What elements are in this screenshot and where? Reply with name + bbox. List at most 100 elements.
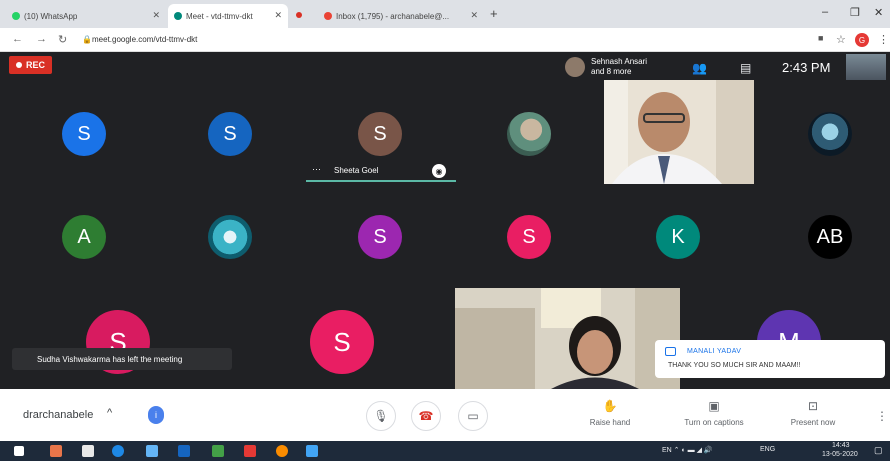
microphone-button[interactable]: 🎙 (366, 401, 396, 431)
avatar-letter: S (522, 225, 536, 248)
rec-label: REC (26, 60, 46, 70)
edge-icon[interactable] (112, 445, 124, 457)
people-icon[interactable]: 👥 (692, 61, 707, 75)
windows-taskbar: EN ⌃ ◐ ▬ ◢ 🔊 ENG 14:43 13-05-2020 ▢ (0, 441, 890, 461)
meet-icon (174, 12, 182, 20)
active-speaker-label: ··· Sheeta Goel ◉ (306, 162, 456, 182)
participant-avatar: S (507, 215, 551, 259)
camera-button[interactable]: ▭ (458, 401, 488, 431)
presenter-more: and 8 more (591, 67, 632, 76)
mail-icon[interactable] (146, 445, 158, 457)
raise-hand-button[interactable]: ✋ Raise hand (575, 399, 645, 427)
hang-up-icon: ☎ (418, 409, 434, 423)
more-options-icon[interactable]: ⋮ (876, 409, 888, 423)
app-icon[interactable] (306, 445, 318, 457)
present-label: Present now (790, 418, 836, 427)
shield-icon[interactable]: i (148, 406, 164, 424)
url-field[interactable]: meet.google.com/vtd-ttmv-dkt (92, 35, 197, 44)
menu-icon[interactable]: ⋮ (878, 33, 889, 46)
lock-icon: 🔒 (82, 35, 92, 44)
taskbar-date[interactable]: 13-05-2020 (822, 451, 858, 458)
close-icon[interactable]: ✕ (152, 10, 160, 21)
recording-badge: REC (9, 56, 53, 74)
tab-whatsapp[interactable]: (10) WhatsApp ✕ (6, 4, 166, 28)
taskbar-time[interactable]: 14:43 (832, 442, 850, 449)
chevron-up-icon[interactable]: ^ (107, 407, 112, 419)
avatar-letter: S (77, 122, 91, 145)
participant-photo (808, 112, 852, 156)
maximize-button[interactable]: ❐ (850, 6, 860, 19)
meeting-details[interactable]: drarchanabele (23, 409, 93, 421)
presenter-name: Sehnash Ansari (591, 57, 648, 66)
meet-grid: REC Sehnash Ansari and 8 more 👥 ▤ 2:43 P… (0, 52, 890, 389)
tab-meet[interactable]: Meet - vtd-ttmv-dkt ✕ (168, 4, 288, 28)
gmail-icon (324, 12, 332, 20)
forward-icon[interactable]: → (36, 33, 47, 45)
avatar-letter: K (671, 225, 685, 248)
chrome-icon[interactable] (276, 445, 288, 457)
microphone-icon: 🎙 (373, 409, 389, 423)
screen: (10) WhatsApp ✕ Meet - vtd-ttmv-dkt ✕ In… (0, 0, 890, 461)
window-close-button[interactable]: ✕ (874, 6, 883, 19)
chat-notification[interactable]: MANALI YADAV THANK YOU SO MUCH SIR AND M… (655, 340, 885, 378)
participant-photo (507, 112, 551, 156)
app-icon[interactable] (178, 445, 190, 457)
windows-start-icon[interactable] (14, 446, 24, 456)
participant-photo (208, 215, 252, 259)
browser-tab-bar: (10) WhatsApp ✕ Meet - vtd-ttmv-dkt ✕ In… (0, 0, 890, 28)
tab-label: (10) WhatsApp (24, 11, 78, 21)
hand-icon: ✋ (602, 399, 618, 413)
meeting-clock: 2:43 PM (782, 60, 831, 75)
avatar-letter: AB (816, 225, 844, 248)
close-icon[interactable]: ✕ (274, 10, 282, 21)
present-now-button[interactable]: ⊡ Present now (778, 399, 848, 427)
bookmark-star-icon[interactable]: ☆ (836, 33, 846, 46)
avatar-letter: A (77, 225, 91, 248)
participant-avatar: K (656, 215, 700, 259)
presenter-avatar (565, 57, 585, 77)
new-tab-button[interactable]: + (490, 6, 498, 21)
tab-gmail[interactable]: Inbox (1,795) - archanabele@... ✕ (318, 4, 484, 28)
profile-avatar[interactable]: G (855, 33, 869, 47)
avatar-letter: S (223, 122, 237, 145)
more-options-icon[interactable]: ··· (312, 164, 321, 174)
participant-avatar: S (310, 310, 374, 374)
camera-icon[interactable]: ■ (818, 33, 823, 43)
present-icon: ⊡ (807, 399, 819, 413)
speaker-name: Sheeta Goel (334, 166, 379, 175)
reload-icon[interactable]: ↻ (58, 33, 67, 46)
chat-icon[interactable]: ▤ (740, 61, 751, 75)
tray-icons[interactable]: EN ⌃ ◐ ▬ ◢ 🔊 (662, 446, 713, 454)
app-icon[interactable] (212, 445, 224, 457)
language-indicator[interactable]: ENG (760, 446, 775, 453)
presenter-chip[interactable]: Sehnash Ansari and 8 more (565, 54, 685, 80)
participant-avatar: S (208, 112, 252, 156)
end-call-button[interactable]: ☎ (411, 401, 441, 431)
participant-avatar: A (62, 215, 106, 259)
participant-avatar: S (62, 112, 106, 156)
minimize-button[interactable]: – (822, 6, 828, 18)
self-view-thumbnail[interactable] (846, 54, 886, 80)
video-camera-icon: ▭ (467, 409, 479, 423)
participant-avatar: AB (808, 215, 852, 259)
store-icon[interactable] (82, 445, 94, 457)
notification-icon[interactable]: ▢ (874, 445, 883, 456)
acrobat-icon[interactable] (244, 445, 256, 457)
close-icon[interactable]: ✕ (470, 10, 478, 21)
app-icon[interactable] (50, 445, 62, 457)
meeting-controls-bar: drarchanabele ^ i 🎙 ☎ ▭ ✋ Raise hand ▣ T… (0, 389, 890, 441)
tab-label: Inbox (1,795) - archanabele@... (336, 11, 450, 21)
presenter-text: Sehnash Ansari and 8 more (591, 57, 647, 77)
avatar-letter: S (373, 122, 387, 145)
notification-toast: Sudha Vishwakarma has left the meeting (12, 348, 232, 370)
speaking-indicator-line (306, 180, 456, 182)
back-icon[interactable]: ← (12, 33, 23, 45)
recording-dot-icon (296, 12, 302, 18)
participant-avatar: S (358, 215, 402, 259)
raise-hand-label: Raise hand (589, 418, 631, 427)
tab-label: Meet - vtd-ttmv-dkt (186, 11, 253, 21)
speaking-icon: ◉ (432, 164, 446, 178)
chat-message: THANK YOU SO MUCH SIR AND MAAM!! (668, 362, 801, 369)
captions-icon: ▣ (708, 399, 720, 413)
captions-button[interactable]: ▣ Turn on captions (672, 399, 756, 427)
